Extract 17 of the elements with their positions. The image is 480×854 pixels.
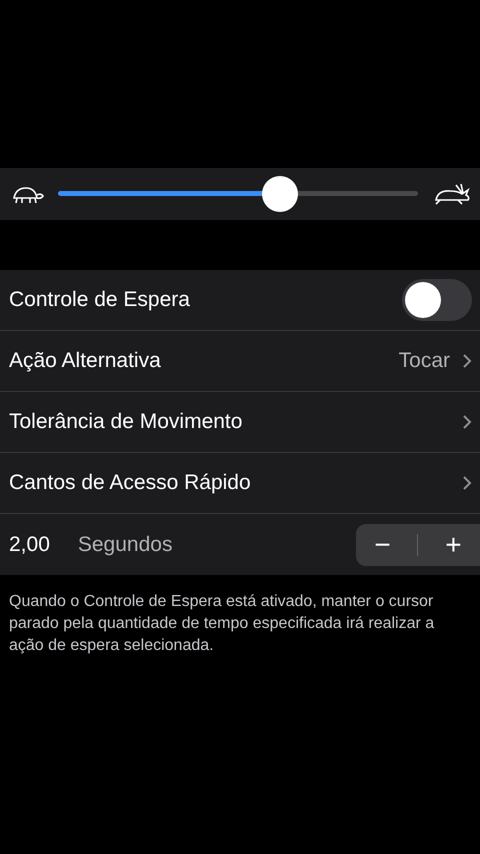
rabbit-icon bbox=[432, 182, 472, 206]
speed-slider[interactable] bbox=[58, 176, 418, 212]
seconds-value: 2,00 bbox=[9, 532, 50, 556]
row-label[interactable]: Tolerância de Movimento bbox=[9, 410, 242, 434]
row-label[interactable]: Cantos de Acesso Rápido bbox=[9, 471, 251, 495]
footer-note: Quando o Controle de Espera está ativado, manter o cursor parado pela quantidade de tempo especificada irá realizar a ação de espera selecionada. bbox=[9, 592, 436, 656]
toggle-switch[interactable] bbox=[402, 279, 472, 321]
chevron-icon bbox=[462, 353, 472, 369]
chevron-icon bbox=[462, 414, 472, 430]
row-value: Tocar bbox=[398, 349, 450, 373]
minus-button[interactable]: − bbox=[364, 528, 401, 560]
plus-button[interactable]: + bbox=[435, 528, 472, 560]
stepper[interactable]: − + bbox=[356, 524, 480, 566]
row-label[interactable]: Ação Alternativa bbox=[9, 349, 161, 373]
chevron-icon bbox=[462, 475, 472, 491]
row-label: Controle de Espera bbox=[9, 288, 190, 312]
unit-label: Segundos bbox=[78, 532, 172, 556]
